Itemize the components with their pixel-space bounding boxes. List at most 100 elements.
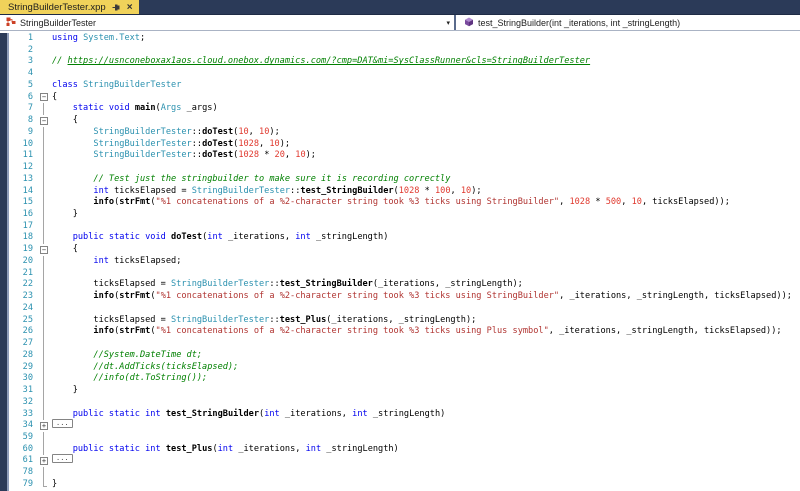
pin-icon[interactable] xyxy=(112,3,121,12)
code-line: 79} xyxy=(0,478,800,491)
line-number: 8 xyxy=(0,115,38,127)
token-num: 1028 xyxy=(398,185,420,196)
line-number: 19 xyxy=(0,244,38,256)
code-text: using System.Text; xyxy=(52,33,800,45)
line-number: 17 xyxy=(0,220,38,233)
token-meth: test_StringBuilder xyxy=(300,185,394,196)
collapse-region-icon[interactable]: − xyxy=(40,245,48,254)
line-number: 29 xyxy=(0,361,38,374)
code-line: 11 StringBuilderTester::doTest(1028 * 20… xyxy=(0,150,800,163)
collapse-region-icon[interactable]: − xyxy=(40,116,48,125)
token-pl: :: xyxy=(269,279,280,290)
token-kw: int xyxy=(217,443,234,454)
line-number: 79 xyxy=(0,478,38,491)
fold-margin xyxy=(38,467,52,479)
line-number: 78 xyxy=(0,467,38,479)
fold-margin: − xyxy=(38,115,52,127)
line-number: 26 xyxy=(0,326,38,339)
code-line: 78 xyxy=(0,467,800,479)
token-pl: ticksElapsed = xyxy=(52,279,171,290)
code-line: 34 +... xyxy=(0,419,800,432)
code-line: 16 } xyxy=(0,209,800,221)
type-dropdown[interactable]: StringBuilderTester ▾ xyxy=(0,15,454,30)
code-line: 21 xyxy=(0,267,800,280)
document-tab[interactable]: StringBuilderTester.xpp × xyxy=(0,0,139,14)
fold-margin xyxy=(38,338,52,350)
close-icon[interactable]: × xyxy=(127,2,133,12)
token-pl: { xyxy=(52,91,58,102)
collapsed-region-box[interactable]: ... xyxy=(52,454,73,464)
type-dropdown-label: StringBuilderTester xyxy=(20,17,97,28)
token-pl: (_iterations, _stringLength); xyxy=(326,314,477,325)
code-text: ticksElapsed = StringBuilderTester::test… xyxy=(52,315,800,327)
fold-margin xyxy=(38,162,52,174)
code-line: 25 ticksElapsed = StringBuilderTester::t… xyxy=(0,314,800,327)
expand-region-icon[interactable]: + xyxy=(40,456,48,465)
fold-margin xyxy=(38,326,52,338)
token-num: 1028 xyxy=(238,138,260,149)
line-number: 34 xyxy=(0,420,38,432)
code-line: 3 // https://usnconeboxax1aos.cloud.onebo… xyxy=(0,56,800,69)
token-pl: } xyxy=(52,385,78,396)
line-number: 30 xyxy=(0,373,38,386)
fold-margin xyxy=(38,314,52,327)
line-number: 15 xyxy=(0,197,38,210)
token-str: "%1 concatenations of a %2-character str… xyxy=(155,197,560,208)
code-text: int ticksElapsed = StringBuilderTester::… xyxy=(52,186,800,198)
class-icon xyxy=(6,17,16,29)
hyperlink-comment[interactable]: https://usnconeboxax1aos.cloud.onebox.dy… xyxy=(68,56,591,66)
collapsed-region-box[interactable]: ... xyxy=(52,419,73,429)
line-number: 33 xyxy=(0,408,38,421)
line-number: 59 xyxy=(0,431,38,444)
token-com: //dt.AddTicks(ticksElapsed); xyxy=(93,361,239,372)
line-number: 25 xyxy=(0,314,38,327)
member-dropdown-label: test_StringBuilder(int _iterations, int … xyxy=(478,17,681,28)
code-editor[interactable]: 1 using System.Text; 2 3 // https://usnconeb… xyxy=(0,31,800,491)
code-text: int ticksElapsed; xyxy=(52,256,800,268)
code-text: public static void doTest(int _iteration… xyxy=(52,232,800,244)
fold-margin xyxy=(38,126,52,139)
line-number: 20 xyxy=(0,255,38,268)
code-text: //dt.AddTicks(ticksElapsed); xyxy=(52,362,800,374)
chevron-down-icon[interactable]: ▾ xyxy=(446,19,450,27)
token-kw: int xyxy=(93,185,109,196)
token-meth: doTest xyxy=(171,232,203,243)
tab-bar: StringBuilderTester.xpp × xyxy=(0,0,800,15)
code-line: 29 //dt.AddTicks(ticksElapsed); xyxy=(0,361,800,374)
member-dropdown[interactable]: test_StringBuilder(int _iterations, int … xyxy=(456,15,800,30)
collapse-region-icon[interactable]: − xyxy=(40,93,48,102)
code-line: 10 StringBuilderTester::doTest(1028, 10)… xyxy=(0,138,800,151)
code-line: 31 } xyxy=(0,385,800,397)
code-line: 14 int ticksElapsed = StringBuilderTeste… xyxy=(0,185,800,198)
line-number: 27 xyxy=(0,338,38,350)
token-pl: , _iterations, _stringLength, ticksElaps… xyxy=(548,326,782,337)
code-line: 18 public static void doTest(int _iterat… xyxy=(0,232,800,245)
code-text: ... xyxy=(52,454,800,467)
fold-margin: − xyxy=(38,92,52,104)
token-pl: :: xyxy=(269,314,280,325)
expand-region-icon[interactable]: + xyxy=(40,421,48,430)
token-com: // xyxy=(52,56,68,67)
code-line: 20 int ticksElapsed; xyxy=(0,255,800,268)
token-num: 10 xyxy=(259,126,270,137)
line-number: 14 xyxy=(0,185,38,198)
token-ty: StringBuilderTester xyxy=(191,185,291,196)
code-line: 8− { xyxy=(0,115,800,127)
code-text: // https://usnconeboxax1aos.cloud.onebox… xyxy=(52,56,800,68)
line-number: 10 xyxy=(0,138,38,151)
token-meth: doTest xyxy=(202,150,234,161)
code-line: 9 StringBuilderTester::doTest(10, 10); xyxy=(0,126,800,139)
token-pl: _args) xyxy=(181,103,218,114)
code-line: 33 public static int test_StringBuilder(… xyxy=(0,408,800,421)
token-meth: doTest xyxy=(202,138,234,149)
